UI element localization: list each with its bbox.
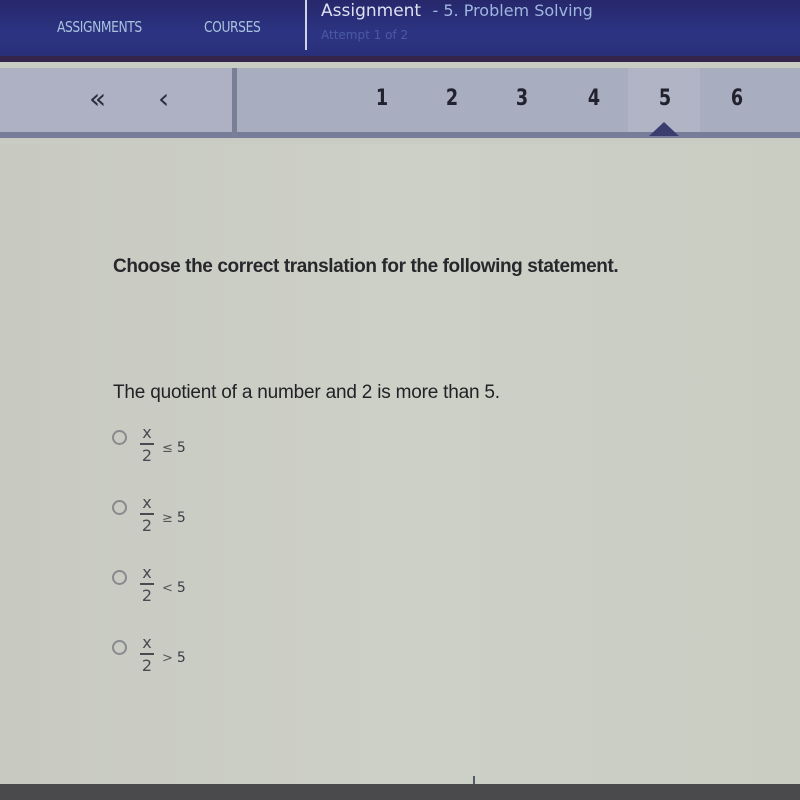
radio-button[interactable] bbox=[112, 640, 127, 655]
answer-option-2[interactable]: x 2 ≥5 bbox=[112, 494, 252, 548]
inequality-operator: ≥ bbox=[162, 511, 173, 526]
fraction-bar bbox=[140, 443, 154, 445]
double-chevron-left-icon[interactable]: « bbox=[89, 82, 106, 115]
question-statement: The quotient of a number and 2 is more t… bbox=[113, 382, 500, 403]
fraction-numerator: x bbox=[142, 563, 152, 582]
chevron-left-icon[interactable]: ‹ bbox=[158, 82, 169, 115]
fraction: x 2 bbox=[139, 424, 155, 464]
fraction-bar bbox=[140, 513, 154, 515]
question-number-2[interactable]: 2 bbox=[436, 86, 468, 111]
fraction: x 2 bbox=[139, 634, 155, 674]
question-navigator: « ‹ 1 2 3 4 5 6 bbox=[0, 68, 800, 138]
inequality-operator: ≤ bbox=[162, 441, 173, 456]
assignment-label: Assignment bbox=[321, 1, 422, 21]
radio-button[interactable] bbox=[112, 500, 127, 515]
fraction-numerator: x bbox=[142, 423, 152, 442]
inequality: ≥5 bbox=[162, 510, 186, 526]
question-number-5-active[interactable]: 5 bbox=[649, 86, 681, 111]
top-nav-bar: ASSIGNMENTS COURSES Assignment - 5. Prob… bbox=[0, 0, 800, 62]
inequality: ≤5 bbox=[162, 440, 186, 456]
inequality: <5 bbox=[162, 580, 186, 596]
fraction: x 2 bbox=[139, 564, 155, 604]
inequality-operator: > bbox=[162, 651, 173, 666]
answer-option-1[interactable]: x 2 ≤5 bbox=[112, 424, 252, 478]
question-number-6[interactable]: 6 bbox=[721, 86, 753, 111]
nav-assignments-link[interactable]: ASSIGNMENTS bbox=[57, 18, 142, 36]
inequality-operator: < bbox=[162, 581, 173, 596]
fraction: x 2 bbox=[139, 494, 155, 534]
question-instruction: Choose the correct translation for the f… bbox=[113, 256, 619, 277]
question-number-4[interactable]: 4 bbox=[578, 86, 610, 111]
inequality-value: 5 bbox=[176, 650, 186, 666]
fraction-numerator: x bbox=[142, 493, 152, 512]
fraction-numerator: x bbox=[142, 633, 152, 652]
assignment-name: - 5. Problem Solving bbox=[432, 1, 593, 20]
fraction-denominator: 2 bbox=[141, 515, 153, 535]
active-question-caret-icon bbox=[649, 122, 679, 136]
radio-button[interactable] bbox=[112, 430, 127, 445]
fraction-bar bbox=[140, 653, 154, 655]
inequality: >5 bbox=[162, 650, 186, 666]
question-content: Choose the correct translation for the f… bbox=[0, 144, 800, 784]
question-number-1[interactable]: 1 bbox=[366, 86, 398, 111]
fraction-bar bbox=[140, 583, 154, 585]
radio-button[interactable] bbox=[112, 570, 127, 585]
inequality-value: 5 bbox=[176, 580, 186, 596]
inequality-value: 5 bbox=[176, 510, 186, 526]
fraction-denominator: 2 bbox=[141, 655, 153, 675]
answer-option-4[interactable]: x 2 >5 bbox=[112, 634, 252, 688]
fraction-denominator: 2 bbox=[141, 585, 153, 605]
answer-option-3[interactable]: x 2 <5 bbox=[112, 564, 252, 618]
nav-divider bbox=[305, 0, 307, 50]
bottom-bar bbox=[0, 784, 800, 800]
fraction-denominator: 2 bbox=[141, 445, 153, 465]
attempt-counter: Attempt 1 of 2 bbox=[321, 28, 409, 42]
question-number-3[interactable]: 3 bbox=[506, 86, 538, 111]
nav-courses-link[interactable]: COURSES bbox=[204, 18, 261, 36]
inequality-value: 5 bbox=[176, 440, 186, 456]
question-nav-arrows bbox=[0, 68, 232, 132]
assignment-title: Assignment - 5. Problem Solving bbox=[321, 1, 593, 21]
question-nav-separator bbox=[232, 68, 237, 138]
